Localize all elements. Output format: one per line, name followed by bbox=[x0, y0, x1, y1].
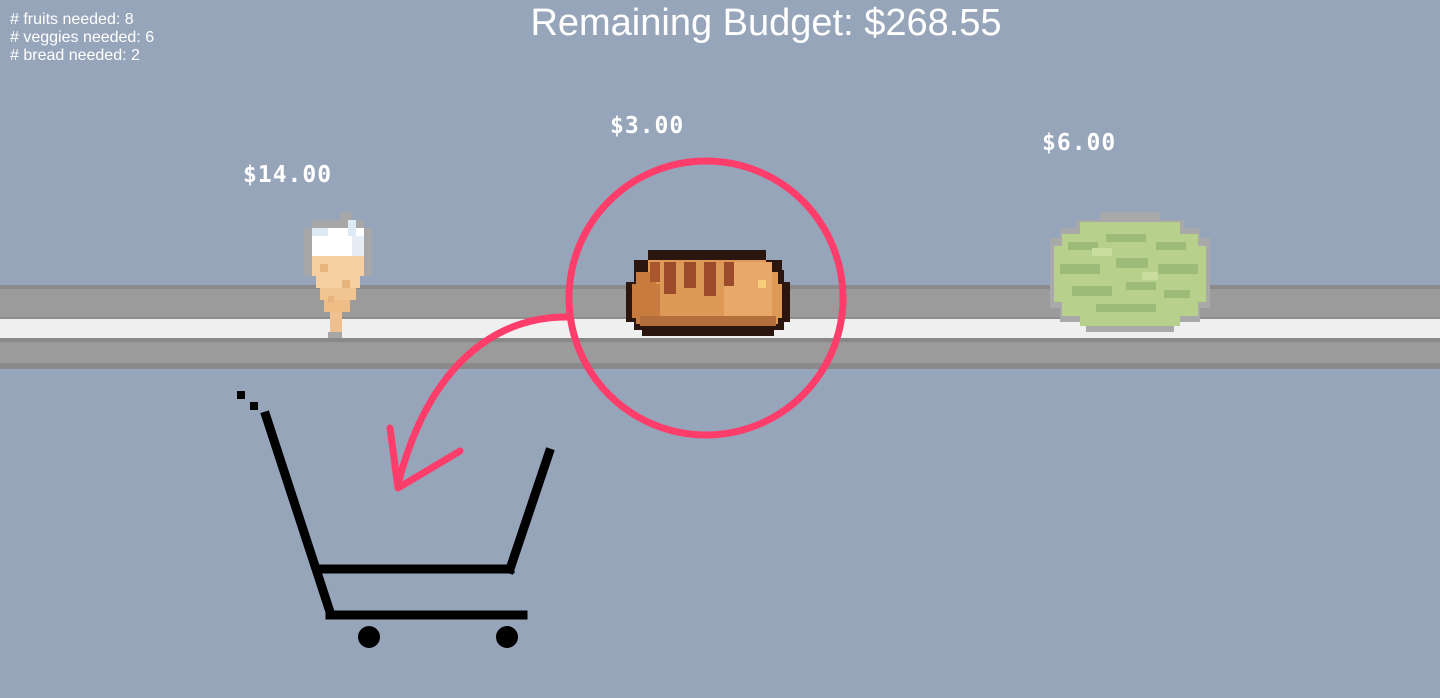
game-scene: # fruits needed: 8 # veggies needed: 6 #… bbox=[0, 0, 1440, 698]
tutorial-overlay bbox=[237, 157, 847, 648]
highlight-circle bbox=[565, 157, 847, 439]
